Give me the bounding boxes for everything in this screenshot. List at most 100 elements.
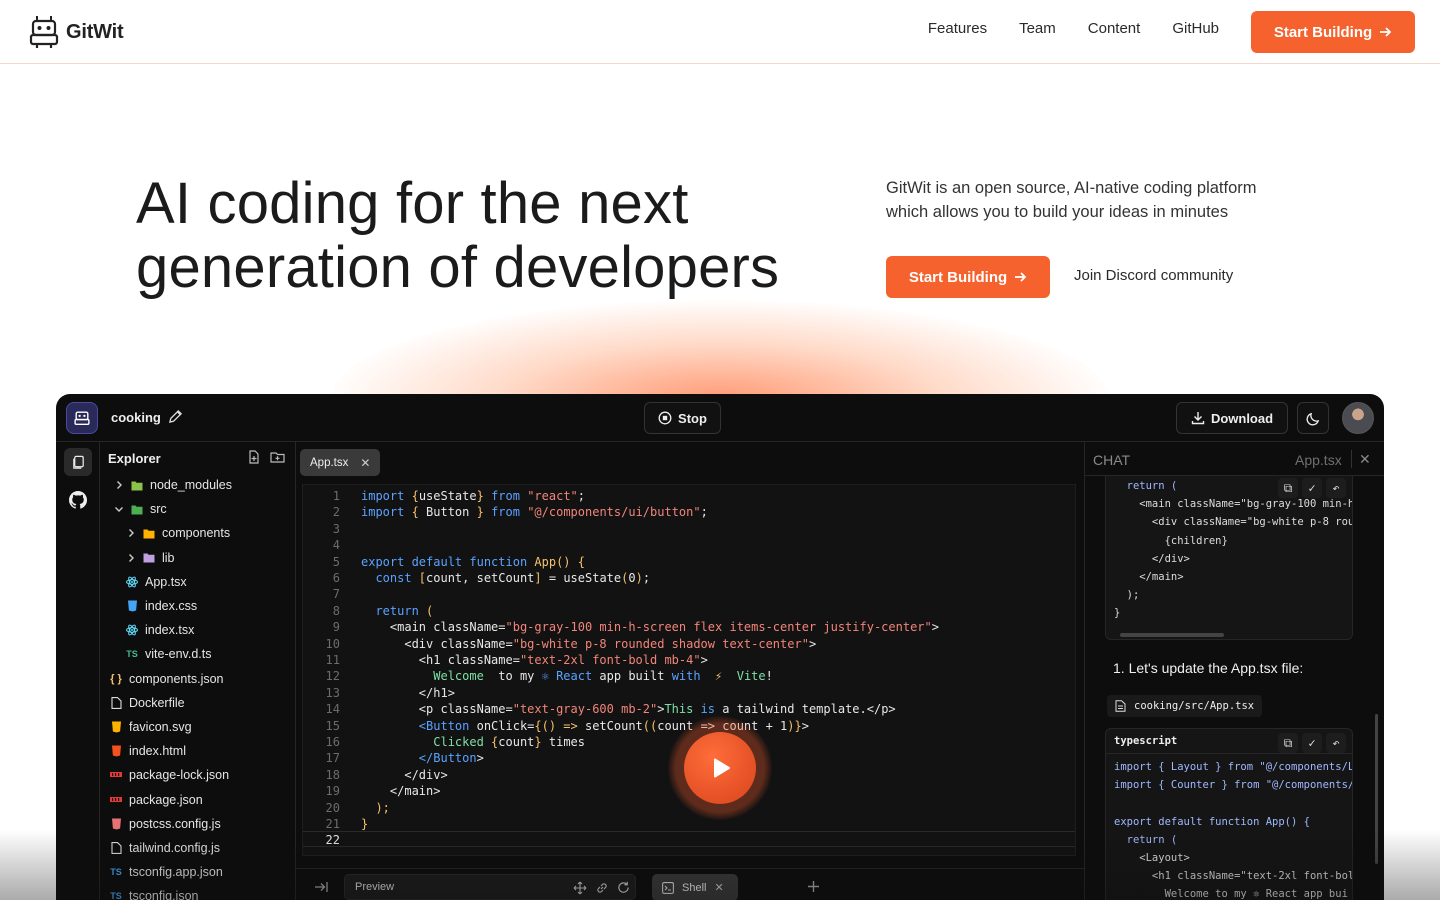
link-icon[interactable] <box>595 881 609 895</box>
close-icon[interactable]: ✕ <box>1359 451 1371 468</box>
plus-icon[interactable] <box>807 880 820 893</box>
json-icon: { } <box>110 672 122 685</box>
chat-code-line: export default function App() { <box>1114 815 1310 828</box>
line-number: 12 <box>325 669 340 684</box>
close-icon[interactable]: ✕ <box>360 456 370 470</box>
chat-code-block-1: ⧉ ✓ ↶ return ( <main className="bg-gray-… <box>1105 476 1353 640</box>
code-line: 7 <box>303 587 1073 603</box>
chat-code-block-2: typescript ⧉ ✓ ↶ import { Layout } from … <box>1105 728 1353 900</box>
nav-link-content[interactable]: Content <box>1088 20 1141 37</box>
pencil-icon[interactable] <box>168 409 183 424</box>
tab-app-tsx[interactable]: App.tsx ✕ <box>300 449 381 476</box>
download-button[interactable]: Download <box>1176 402 1288 434</box>
tree-file[interactable]: package.json <box>100 787 296 811</box>
code-token: setCount <box>584 718 643 733</box>
theme-toggle-button[interactable] <box>1297 402 1329 434</box>
chevron-down-icon[interactable] <box>114 504 124 514</box>
code-token: export default function <box>361 554 535 569</box>
code-token: <div className= <box>361 636 513 651</box>
code-token: "bg-gray-100 min-h-screen flex items-cen… <box>505 620 932 635</box>
move-icon[interactable] <box>573 881 587 895</box>
join-discord-link[interactable]: Join Discord community <box>1074 267 1233 284</box>
github-icon <box>69 491 87 509</box>
files-rail-button[interactable] <box>64 448 92 476</box>
tsconfig-icon: TS <box>110 891 122 900</box>
chat-code-line: ); <box>1114 589 1140 602</box>
tree-file[interactable]: TS vite-env.d.ts <box>100 642 296 666</box>
line-content: const [count, setCount] = useState(0); <box>361 571 650 585</box>
code-token: </Button <box>361 751 477 766</box>
code-block-tools: ⧉ ✓ ↶ <box>1278 733 1346 753</box>
tree-file[interactable]: postcss.config.js <box>100 812 296 836</box>
tree-item-label: components <box>162 526 231 541</box>
nav-link-github[interactable]: GitHub <box>1172 20 1219 37</box>
editor-tabs: App.tsx ✕ <box>300 449 381 477</box>
tree-folder[interactable]: src <box>100 497 296 521</box>
chevron-right-icon[interactable] <box>126 553 136 563</box>
hero-start-building-button[interactable]: Start Building <box>886 256 1050 298</box>
stop-circle-icon <box>658 411 672 425</box>
tree-file[interactable]: TS tsconfig.json <box>100 884 296 900</box>
horizontal-scrollbar[interactable] <box>1120 633 1224 637</box>
chevron-right-icon[interactable] <box>114 480 124 490</box>
chat-code-line: return ( <box>1114 833 1178 846</box>
check-icon[interactable]: ✓ <box>1302 733 1322 753</box>
ide-preview-window: cooking Stop Download Explorer node_modu… <box>56 394 1384 900</box>
user-avatar[interactable] <box>1342 402 1374 434</box>
code-token: from <box>483 489 528 503</box>
close-icon[interactable]: ✕ <box>714 881 723 894</box>
tree-file[interactable]: App.tsx <box>100 570 296 594</box>
nav-link-features[interactable]: Features <box>928 20 987 37</box>
shell-tab[interactable]: Shell ✕ <box>652 874 738 900</box>
tree-file[interactable]: index.html <box>100 739 296 763</box>
chevron-right-icon[interactable] <box>126 528 136 538</box>
tree-file[interactable]: TS tsconfig.app.json <box>100 860 296 884</box>
tree-folder[interactable]: components <box>100 521 296 545</box>
line-content: <main className="bg-gray-100 min-h-scree… <box>361 620 939 634</box>
preview-panel-tab[interactable]: Preview <box>344 874 636 900</box>
tree-file[interactable]: index.tsx <box>100 618 296 642</box>
brand-logo[interactable]: GitWit <box>28 14 124 50</box>
tree-folder[interactable]: lib <box>100 546 296 570</box>
nav-start-building-button[interactable]: Start Building <box>1251 11 1415 53</box>
github-rail-button[interactable] <box>64 486 92 514</box>
undo-icon[interactable]: ↶ <box>1326 733 1346 753</box>
code-token: ( <box>426 603 434 618</box>
chat-code-line: <h1 className="text-2xl font-bol <box>1114 870 1353 883</box>
ide-logo[interactable] <box>66 402 98 434</box>
line-number: 8 <box>332 603 340 618</box>
code-line: 5 export default function App() { <box>303 555 1073 571</box>
copy-icon[interactable]: ⧉ <box>1278 733 1298 753</box>
refresh-icon[interactable] <box>617 881 630 894</box>
tree-item-label: src <box>150 502 167 517</box>
copy-icon[interactable]: ⧉ <box>1278 478 1298 498</box>
new-folder-icon[interactable] <box>270 450 285 464</box>
tree-file[interactable]: { } components.json <box>100 667 296 691</box>
collapse-panel-icon[interactable] <box>314 881 328 893</box>
tree-file[interactable]: tailwind.config.js <box>100 836 296 860</box>
tree-file[interactable]: package-lock.json <box>100 763 296 787</box>
tsconfig-icon: TS <box>110 867 122 878</box>
code-token: { <box>411 489 419 503</box>
play-video-button[interactable] <box>668 716 772 820</box>
arrow-right-icon <box>1380 27 1392 37</box>
chat-code-line: import { Layout } from "@/components/La <box>1114 761 1353 773</box>
check-icon[interactable]: ✓ <box>1302 478 1322 498</box>
code-token: const <box>361 571 419 585</box>
nav-link-team[interactable]: Team <box>1019 20 1056 37</box>
tree-folder[interactable]: node_modules <box>100 473 296 497</box>
tree-file[interactable]: index.css <box>100 594 296 618</box>
chat-code-line: } <box>1114 607 1121 620</box>
code-token: { <box>411 505 419 520</box>
undo-icon[interactable]: ↶ <box>1326 478 1346 498</box>
tree-file[interactable]: favicon.svg <box>100 715 296 739</box>
hero-cta-label: Start Building <box>908 268 1008 286</box>
stop-button[interactable]: Stop <box>644 402 721 434</box>
chat-scrollbar[interactable] <box>1375 714 1378 864</box>
file-chip[interactable]: cooking/src/App.tsx <box>1107 695 1263 717</box>
new-file-icon[interactable] <box>247 450 261 464</box>
code-token: with <box>671 669 701 684</box>
typescript-icon: TS <box>126 649 138 660</box>
tree-file[interactable]: Dockerfile <box>100 691 296 715</box>
line-number: 11 <box>325 653 340 667</box>
